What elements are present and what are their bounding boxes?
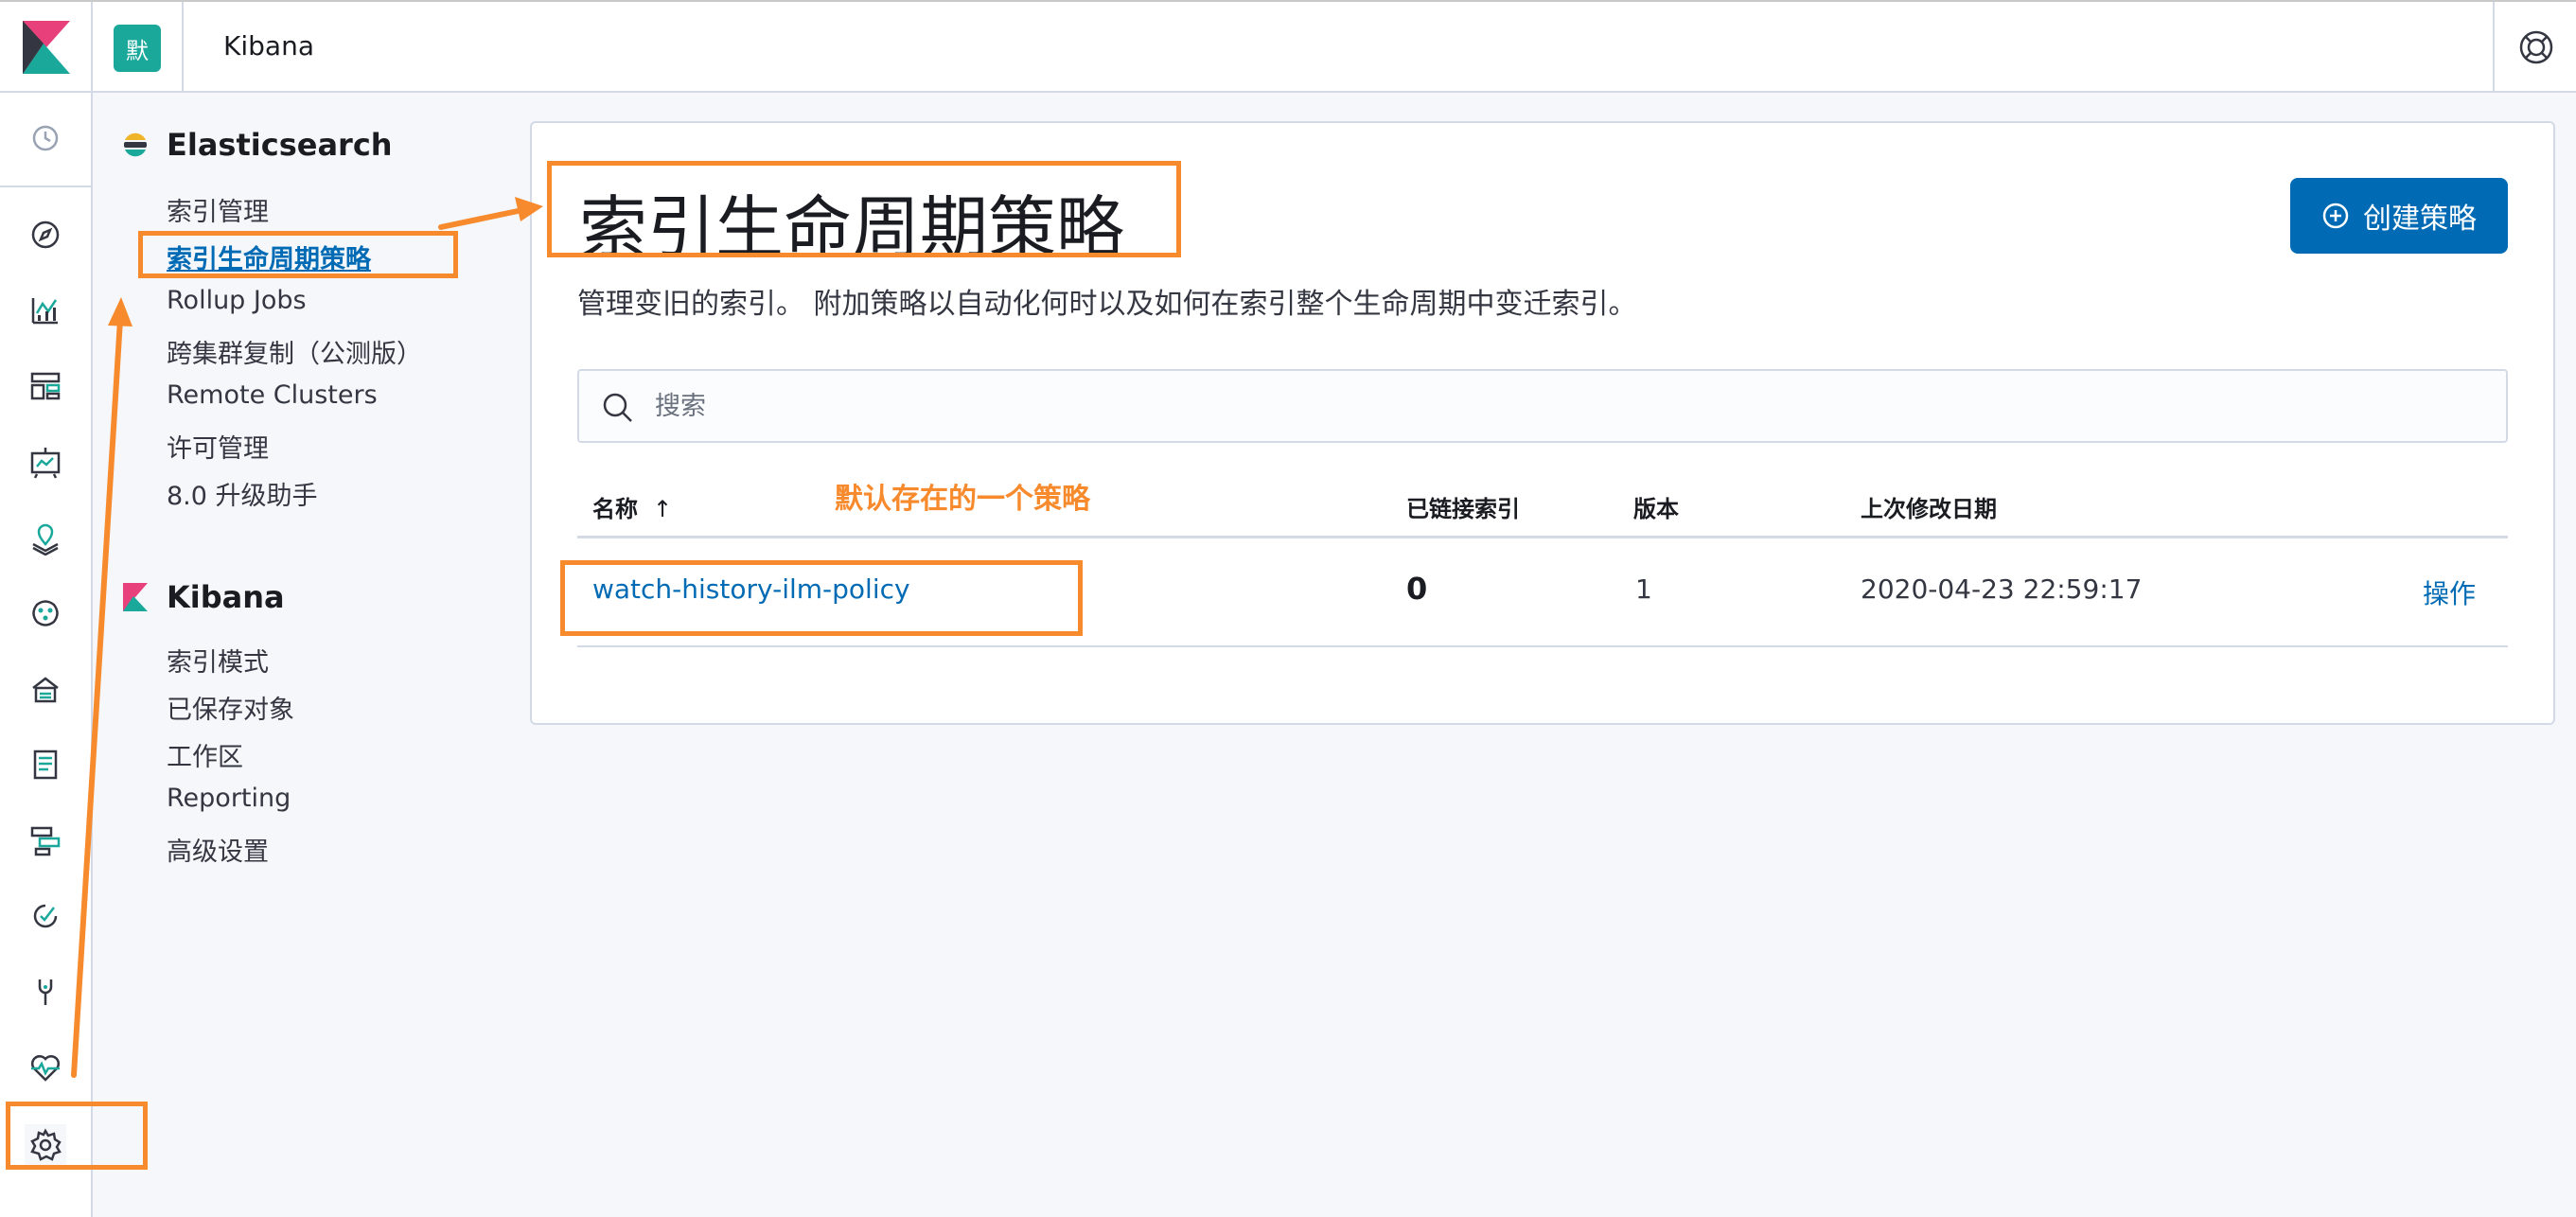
canvas-icon[interactable] bbox=[25, 441, 66, 483]
table-row-divider bbox=[577, 645, 2508, 647]
ml-icon[interactable] bbox=[25, 592, 66, 634]
annotation-box-sidebar-link bbox=[138, 231, 458, 278]
sidebar-item-remote-clusters[interactable]: Remote Clusters bbox=[167, 380, 378, 410]
annotation-note: 默认存在的一个策略 bbox=[835, 483, 1090, 516]
table-header-divider bbox=[577, 536, 2508, 538]
maps-icon[interactable] bbox=[25, 517, 66, 558]
nav-divider bbox=[0, 185, 91, 187]
visualize-icon[interactable] bbox=[25, 290, 66, 331]
infrastructure-icon[interactable] bbox=[25, 668, 66, 710]
sidebar-item-upgrade-assistant[interactable]: 8.0 升级助手 bbox=[167, 475, 318, 512]
uptime-icon[interactable] bbox=[25, 895, 66, 937]
sidebar-item-advanced-settings[interactable]: 高级设置 bbox=[167, 831, 269, 868]
top-header: 默 Kibana bbox=[0, 0, 2576, 93]
elasticsearch-logo-icon bbox=[124, 132, 147, 157]
column-header-linked-indices[interactable]: 已链接索引 bbox=[1406, 490, 1520, 523]
sidebar-item-reporting[interactable]: Reporting bbox=[167, 784, 291, 813]
kibana-logo-icon[interactable] bbox=[23, 21, 70, 74]
dashboard-icon[interactable] bbox=[25, 365, 66, 407]
section-title-kibana: Kibana bbox=[167, 579, 285, 615]
annotation-box-management-icon bbox=[6, 1102, 148, 1170]
column-header-name[interactable]: 名称 ↑ bbox=[592, 490, 672, 523]
column-header-name-label: 名称 bbox=[592, 496, 638, 522]
header-divider bbox=[91, 2, 93, 93]
search-input[interactable] bbox=[655, 371, 2491, 441]
column-header-version[interactable]: 版本 bbox=[1633, 490, 1679, 523]
sidebar-item-saved-objects[interactable]: 已保存对象 bbox=[167, 689, 294, 726]
logs-icon[interactable] bbox=[25, 744, 66, 785]
annotation-box-policy-row bbox=[560, 560, 1083, 636]
linked-indices-count: 0 bbox=[1406, 571, 1428, 607]
monitoring-icon[interactable] bbox=[25, 1047, 66, 1088]
sidebar-item-license[interactable]: 许可管理 bbox=[167, 428, 269, 465]
sidebar-item-index-management[interactable]: 索引管理 bbox=[167, 191, 269, 228]
dev-tools-icon[interactable] bbox=[25, 971, 66, 1013]
kibana-section-logo-icon bbox=[123, 583, 148, 611]
create-policy-button[interactable]: 创建策略 bbox=[2290, 178, 2508, 254]
breadcrumb[interactable]: Kibana bbox=[223, 30, 314, 62]
help-icon[interactable] bbox=[2517, 28, 2555, 66]
space-avatar[interactable]: 默 bbox=[114, 25, 161, 72]
section-title-elasticsearch: Elasticsearch bbox=[167, 127, 393, 163]
header-divider bbox=[182, 2, 184, 93]
create-policy-label: 创建策略 bbox=[2363, 203, 2477, 235]
column-header-modified-date[interactable]: 上次修改日期 bbox=[1861, 490, 1997, 523]
sidebar-item-index-patterns[interactable]: 索引模式 bbox=[167, 642, 269, 679]
sidebar-item-rollup-jobs[interactable]: Rollup Jobs bbox=[167, 286, 307, 315]
sidebar-item-ccr[interactable]: 跨集群复制（公测版） bbox=[167, 333, 422, 370]
policy-version: 1 bbox=[1635, 573, 1652, 605]
sort-ascending-icon: ↑ bbox=[653, 496, 673, 522]
annotation-box-page-title bbox=[547, 161, 1181, 257]
page-description: 管理变旧的索引。 附加策略以自动化何时以及如何在索引整个生命周期中变迁索引。 bbox=[577, 288, 1637, 321]
discover-icon[interactable] bbox=[25, 214, 66, 256]
icon-nav bbox=[0, 93, 93, 1217]
plus-circle-icon bbox=[2322, 203, 2349, 229]
search-box bbox=[577, 369, 2508, 443]
row-actions-button[interactable]: 操作 bbox=[2423, 573, 2476, 611]
search-icon bbox=[603, 393, 632, 422]
header-divider bbox=[2493, 2, 2495, 93]
sidebar-item-spaces[interactable]: 工作区 bbox=[167, 736, 243, 773]
apm-icon[interactable] bbox=[25, 820, 66, 861]
recent-icon[interactable] bbox=[25, 117, 66, 159]
policy-modified-date: 2020-04-23 22:59:17 bbox=[1861, 573, 2143, 605]
